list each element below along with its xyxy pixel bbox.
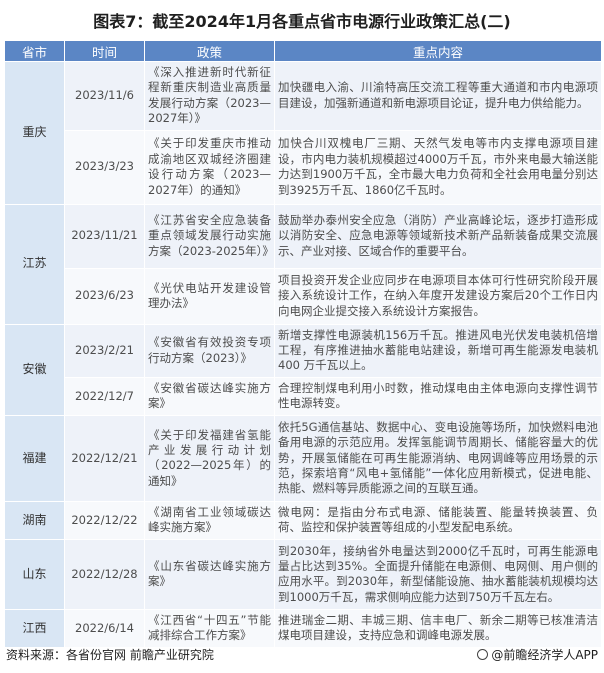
content-cell: 合理控制煤电利用小时数，推动煤电由主体电源向支撑性调节性电源转变。 <box>274 376 602 416</box>
policy-cell: 《江苏省安全应急装备重点领域发展行动实施方案（2023-2025年）》 <box>144 203 275 269</box>
time-cell: 2022/12/22 <box>64 500 145 540</box>
time-cell: 2023/11/21 <box>64 203 145 269</box>
table-row: 江西 2022/6/14 《江西省“十四五”节能减排综合工作方案》 推进瑞金二期… <box>4 608 602 648</box>
time-cell: 2023/3/23 <box>64 129 145 205</box>
policy-table: 省市 时间 政策 重点内容 重庆 2023/11/6 《深入推进新时代新征程新重… <box>4 40 602 648</box>
policy-cell: 《关于印发重庆市推动成渝地区双城经济圈建设行动方案（2023—2027年）的通知… <box>144 129 275 205</box>
content-cell: 微电网：是指由分布式电源、储能装置、能量转换装置、负荷、监控和保护装置等组成的小… <box>274 500 602 540</box>
policy-cell: 《山东省碳达峰实施方案》 <box>144 538 275 610</box>
policy-cell: 《光伏电站开发建设管理办法》 <box>144 267 275 325</box>
content-cell: 鼓励举办泰州安全应急（消防）产业高峰论坛，逐步打造形成以消防安全、应急电源等领域… <box>274 203 602 269</box>
policy-cell: 《湖南省工业领域碳达峰实施方案》 <box>144 500 275 540</box>
content-cell: 依托5G通信基站、数据中心、变电设施等场所，加快燃料电池备用电源的示范应用。发挥… <box>274 414 602 502</box>
time-cell: 2022/12/28 <box>64 538 145 610</box>
policy-cell: 《安徽省碳达峰实施方案》 <box>144 376 275 416</box>
content-cell: 到2030年，接纳省外电量达到2000亿千瓦时，可再生能源电量占比达到35%。全… <box>274 538 602 610</box>
content-cell: 项目投资开发企业应同步在电源项目本体可行性研究阶段开展接入系统设计工作，在纳入年… <box>274 267 602 325</box>
province-cell: 江苏 <box>4 203 65 325</box>
policy-cell: 《深入推进新时代新征程新重庆制造业高质量发展行动方案（2023—2027年）》 <box>144 61 275 131</box>
table-row: 江苏 2023/11/21 《江苏省安全应急装备重点领域发展行动实施方案（202… <box>4 203 602 325</box>
province-cell: 福建 <box>4 414 65 502</box>
source-note: 资料来源：各省份官网 前瞻产业研究院 <box>6 648 214 662</box>
table-header-row: 省市 时间 政策 重点内容 <box>4 40 602 62</box>
policy-cell: 《关于印发福建省氢能产业发展行动计划（2022—2025年）的通知》 <box>144 414 275 502</box>
time-cell: 2023/6/23 <box>64 267 145 325</box>
footer: 资料来源：各省份官网 前瞻产业研究院 @前瞻经济学人APP <box>6 646 598 662</box>
table-row: 2023/6/23 《光伏电站开发建设管理办法》 项目投资开发企业应同步在电源项… <box>5 267 602 325</box>
content-cell: 加快合川双槐电厂三期、天然气发电等市内支撑电源项目建设，市内电力装机规模超过40… <box>274 129 602 205</box>
table-row: 2023/3/23 《关于印发重庆市推动成渝地区双城经济圈建设行动方案（2023… <box>5 129 602 205</box>
content-cell: 加快疆电入渝、川渝特高压交流工程等重大通道和市内电源项目建设，加强新通道和新电源… <box>274 61 602 131</box>
time-cell: 2022/12/21 <box>64 414 145 502</box>
time-cell: 2022/6/14 <box>64 608 145 648</box>
time-cell: 2022/12/7 <box>64 376 145 416</box>
province-cell: 湖南 <box>4 500 65 540</box>
table-row: 重庆 2023/11/6 《深入推进新时代新征程新重庆制造业高质量发展行动方案（… <box>4 61 602 205</box>
header-content: 重点内容 <box>274 40 602 62</box>
table-row: 安徽 2023/2/21 《安徽省有效投资专项行动方案（2023）》 新增支撑性… <box>4 323 602 416</box>
brand-credit: @前瞻经济学人APP <box>477 646 598 663</box>
policy-cell: 《江西省“十四五”节能减排综合工作方案》 <box>144 608 275 648</box>
table-row: 山东 2022/12/28 《山东省碳达峰实施方案》 到2030年，接纳省外电量… <box>4 538 602 610</box>
province-cell: 山东 <box>4 538 65 610</box>
table-row: 福建 2022/12/21 《关于印发福建省氢能产业发展行动计划（2022—20… <box>4 414 602 502</box>
brand-label: @前瞻经济学人APP <box>491 648 598 662</box>
table-row: 2022/12/7 《安徽省碳达峰实施方案》 合理控制煤电利用小时数，推动煤电由… <box>5 376 602 416</box>
time-cell: 2023/11/6 <box>64 61 145 131</box>
header-time: 时间 <box>64 40 145 62</box>
table-row: 湖南 2022/12/22 《湖南省工业领域碳达峰实施方案》 微电网：是指由分布… <box>4 500 602 540</box>
header-province: 省市 <box>4 40 65 62</box>
page-title: 图表7：截至2024年1月各重点省市电源行业政策汇总(二) <box>93 12 511 31</box>
content-cell: 新增支撑性电源装机156万千瓦。推进风电光伏发电装机倍增工程，有序推进抽水蓄能电… <box>274 323 602 378</box>
header-policy: 政策 <box>144 40 275 62</box>
policy-cell: 《安徽省有效投资专项行动方案（2023）》 <box>144 323 275 378</box>
province-cell: 江西 <box>4 608 65 648</box>
brand-logo-icon <box>477 649 489 660</box>
province-cell: 重庆 <box>4 61 65 205</box>
content-cell: 推进瑞金二期、丰城三期、信丰电厂、新余二期等已核准清洁煤电项目建设，支持应急和调… <box>274 608 602 648</box>
province-cell: 安徽 <box>4 323 65 416</box>
time-cell: 2023/2/21 <box>64 323 145 378</box>
